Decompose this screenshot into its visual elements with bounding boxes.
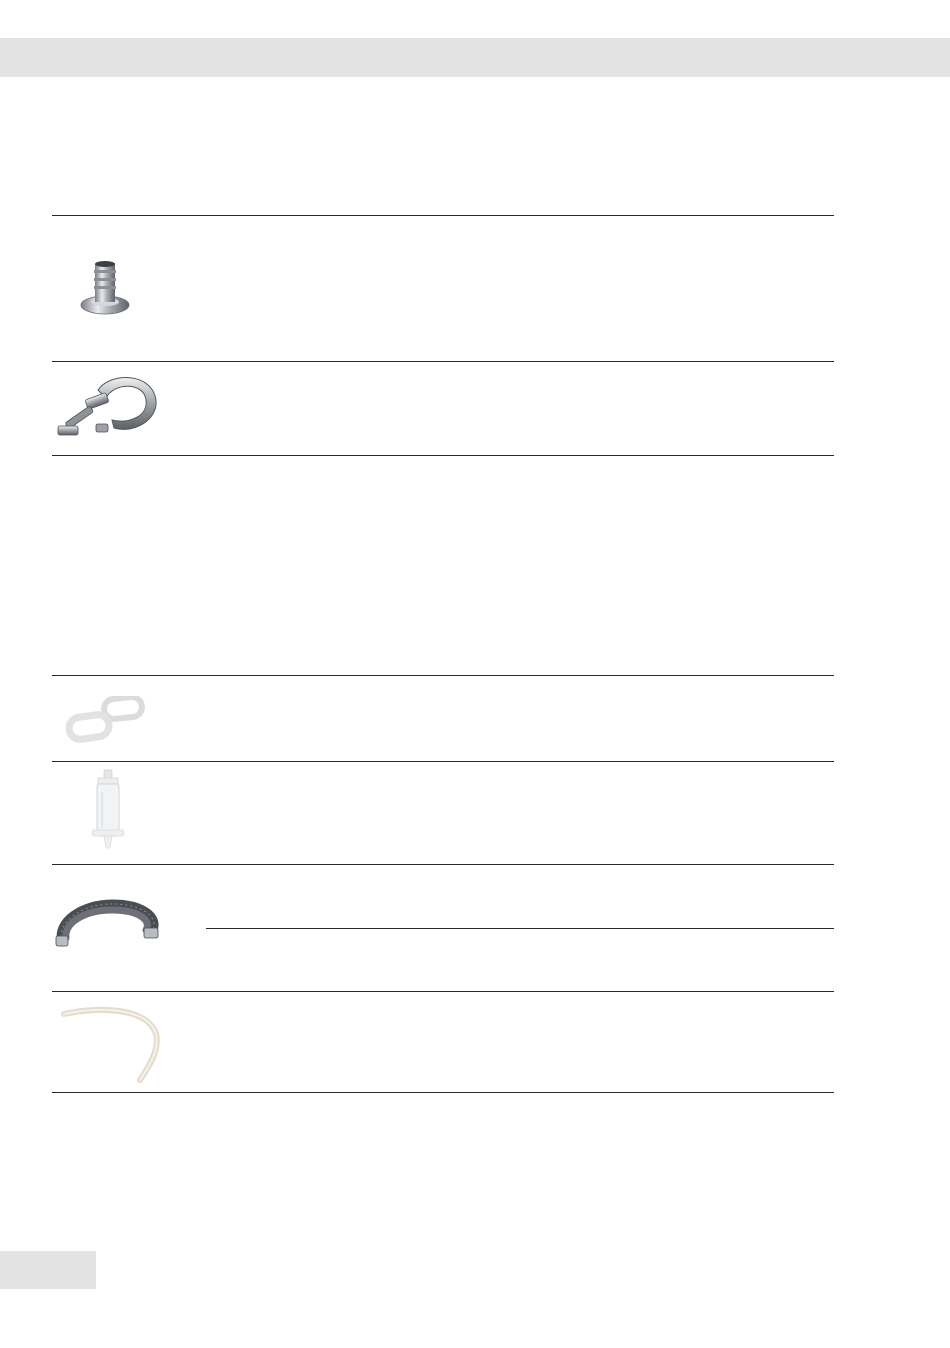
gasket-rings-icon bbox=[66, 696, 146, 744]
table-rule bbox=[52, 761, 834, 762]
table-rule bbox=[52, 864, 834, 865]
hose-connector-icon bbox=[78, 256, 130, 320]
syringe-icon bbox=[84, 768, 132, 852]
clamp-icon bbox=[52, 370, 160, 444]
table-rule bbox=[52, 455, 834, 456]
table-rule bbox=[52, 1092, 834, 1093]
table-rule bbox=[52, 675, 834, 676]
hose-icon bbox=[52, 892, 162, 952]
header-band bbox=[0, 38, 950, 77]
table-rule bbox=[52, 361, 834, 362]
table-rule bbox=[52, 215, 834, 216]
table-rule bbox=[52, 991, 834, 992]
table-rule bbox=[206, 928, 834, 929]
tubing-icon bbox=[60, 1004, 164, 1086]
page-number-tab bbox=[0, 1251, 96, 1289]
